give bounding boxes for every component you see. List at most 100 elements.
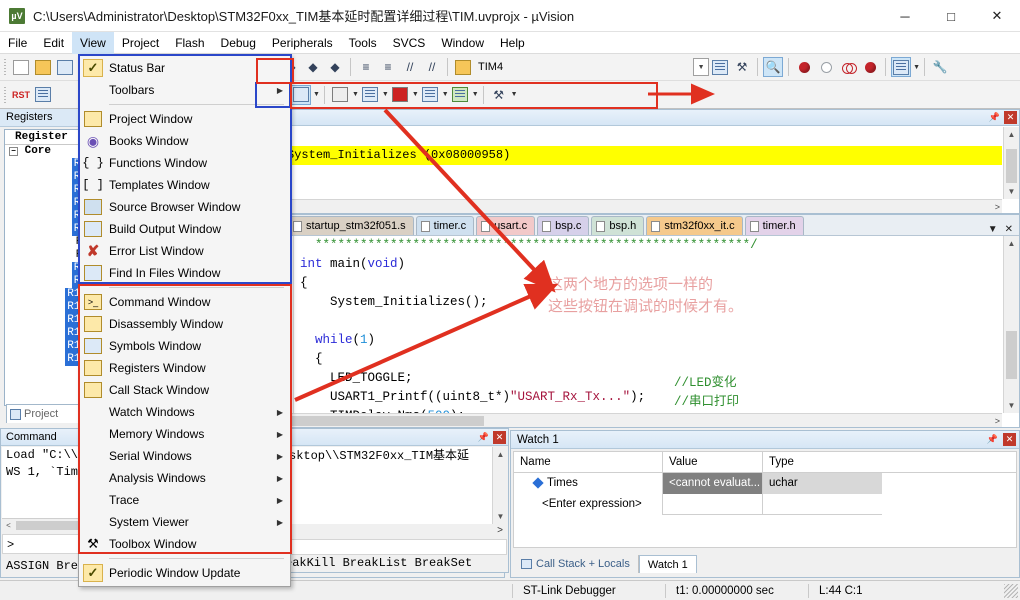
menu-item-symbols-window[interactable]: Symbols Window [79,335,290,357]
menu-item-registers-window[interactable]: Registers Window [79,357,290,379]
scroll-down-icon[interactable]: ▼ [1004,398,1019,413]
resize-grip[interactable] [1004,584,1018,598]
toolbox-icon[interactable]: ⚒ [489,85,509,105]
menu-help[interactable]: Help [492,32,533,54]
menu-item-periodic-window-update[interactable]: ✓ Periodic Window Update [79,562,290,584]
menu-tools[interactable]: Tools [341,32,385,54]
scroll-right-icon[interactable]: > [995,200,1000,214]
tree-collapse-icon[interactable]: − [9,147,18,156]
scrollbar-thumb[interactable] [1006,331,1017,379]
scroll-down-icon[interactable]: ▼ [493,509,508,524]
menu-item-source-browser-window[interactable]: Source Browser Window [79,196,290,218]
configure-icon[interactable]: ⚒ [732,57,752,77]
watch-row[interactable]: Times <cannot evaluat... uchar [514,473,1016,494]
menu-item-disassembly-window[interactable]: Disassembly Window [79,313,290,335]
menu-item-analysis-windows[interactable]: Analysis Windows ▶ [79,467,290,489]
target-select[interactable]: ▼ [693,58,710,76]
menu-flash[interactable]: Flash [167,32,212,54]
toolbar2-grip[interactable] [3,84,8,105]
secondary-panel-body[interactable]: sktop\\STM32F0xx_TIM基本延 [285,447,507,524]
next-bookmark-icon[interactable]: ◆ [303,57,323,77]
close-icon[interactable]: ✕ [1004,111,1017,124]
menu-item-find-in-files-window[interactable]: Find In Files Window [79,262,290,284]
watch-table[interactable]: Name Value Type Times <cannot evaluat...… [513,451,1017,548]
editor-tab-usart-c[interactable]: usart.c [476,216,536,235]
menu-item-functions-window[interactable]: { } Functions Window [79,152,290,174]
editor-tab-startup[interactable]: startup_stm32f051.s [288,216,414,235]
pin-icon[interactable]: 📌 [988,111,1001,124]
scrollbar-thumb[interactable] [1006,149,1017,183]
menu-peripherals[interactable]: Peripherals [264,32,341,54]
menu-view[interactable]: View [72,31,114,54]
scroll-up-icon[interactable]: ▲ [493,447,508,462]
close-button[interactable]: ✕ [974,0,1020,32]
editor-horizontal-scrollbar[interactable]: > [287,413,1002,427]
menu-file[interactable]: File [0,32,35,54]
menu-project[interactable]: Project [114,32,167,54]
analysis-caret-icon[interactable]: ▼ [442,91,449,98]
tab-list-dropdown-icon[interactable]: ▼ [988,224,998,235]
serial-window-icon[interactable] [390,85,410,105]
open-file-icon[interactable] [33,57,53,77]
editor-tab-bsp-h[interactable]: bsp.h [591,216,645,235]
watch-window-icon[interactable] [330,85,350,105]
secondary-horizontal-scrollbar[interactable]: > [285,524,507,537]
menu-item-serial-windows[interactable]: Serial Windows ▶ [79,445,290,467]
start-debug-icon[interactable]: 🔍 [763,57,784,77]
build-icon[interactable] [453,57,473,77]
watch-new-value[interactable] [662,494,762,515]
menu-item-error-list-window[interactable]: ✘ Error List Window [79,240,290,262]
close-icon[interactable]: ✕ [1003,433,1016,446]
tab-close-icon[interactable]: ✕ [1005,224,1013,235]
watch-caret-icon[interactable]: ▼ [352,91,359,98]
scroll-right-icon[interactable]: > [497,524,503,537]
reset-icon[interactable]: RST [11,85,31,105]
editor-tab-timer-c[interactable]: timer.c [415,216,475,235]
close-icon[interactable]: ✕ [493,431,506,444]
menu-item-command-window[interactable]: >_ Command Window [79,291,290,313]
indent-icon[interactable]: ≡ [356,57,376,77]
scroll-down-icon[interactable]: ▼ [1004,184,1019,199]
new-file-icon[interactable] [11,57,31,77]
toolbar-grip[interactable] [3,57,8,77]
comment-icon[interactable]: // [400,57,420,77]
serial-caret-icon[interactable]: ▼ [412,91,419,98]
toolbox-caret-icon[interactable]: ▼ [511,91,518,98]
pin-icon[interactable]: 📌 [986,433,999,446]
kill-all-breakpoints-icon[interactable] [860,57,880,77]
menu-item-books-window[interactable]: ◉ Books Window [79,130,290,152]
menu-item-memory-windows[interactable]: Memory Windows ▶ [79,423,290,445]
scroll-left-icon[interactable]: < [2,519,15,532]
tab-watch-1[interactable]: Watch 1 [638,555,697,573]
menu-item-templates-window[interactable]: [ ] Templates Window [79,174,290,196]
scroll-right-icon[interactable]: > [995,414,1000,428]
sidebar-tab-project[interactable]: Project [6,404,82,423]
memory-window-icon[interactable] [360,85,380,105]
editor-tab-stm32f0xx-it-c[interactable]: stm32f0xx_it.c [646,216,743,235]
outdent-icon[interactable]: ≡ [378,57,398,77]
menu-item-toolbars[interactable]: Toolbars ▶ [79,79,290,101]
options-wrench-icon[interactable]: 🔧 [930,57,950,77]
uncomment-icon[interactable]: // [422,57,442,77]
editor-tab-timer-h[interactable]: timer.h [744,216,804,235]
save-icon[interactable] [55,57,75,77]
pin-icon[interactable]: 📌 [477,431,490,444]
system-viewer-caret-icon[interactable]: ▼ [472,91,479,98]
scrollbar-thumb[interactable] [289,416,484,426]
menu-svcs[interactable]: SVCS [385,32,434,54]
insert-breakpoint-icon[interactable] [794,57,814,77]
system-viewer-icon[interactable] [450,85,470,105]
menu-item-build-output-window[interactable]: Build Output Window [79,218,290,240]
menu-item-system-viewer[interactable]: System Viewer ▶ [79,511,290,533]
trace-caret-icon[interactable]: ▼ [313,91,320,98]
secondary-panel-input[interactable] [285,539,507,555]
menu-item-watch-windows[interactable]: Watch Windows ▶ [79,401,290,423]
disable-all-breakpoints-icon[interactable] [838,57,858,77]
menu-item-project-window[interactable]: Project Window [79,108,290,130]
code-editor[interactable]: ****************************************… [286,236,1003,413]
menu-edit[interactable]: Edit [35,32,72,54]
editor-vertical-scrollbar[interactable]: ▲ ▼ [1003,236,1019,413]
menu-item-trace[interactable]: Trace ▶ [79,489,290,511]
memory-caret-icon[interactable]: ▼ [382,91,389,98]
watch-row-value[interactable]: <cannot evaluat... [662,473,762,494]
